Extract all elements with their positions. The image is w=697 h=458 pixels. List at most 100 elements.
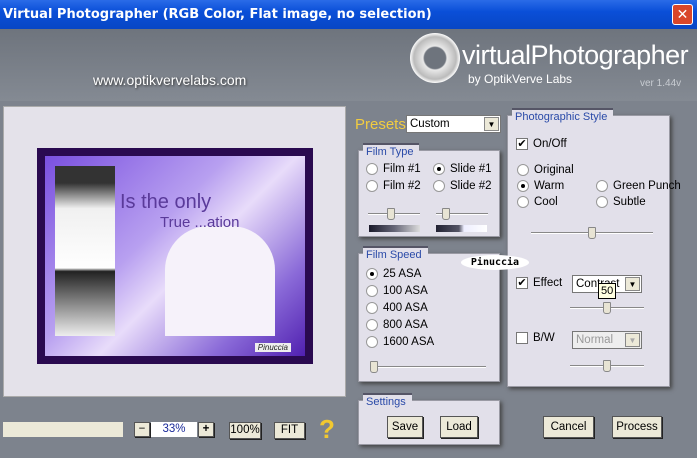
zoom-fit-button[interactable]: FIT [274,422,305,439]
effect-slider[interactable] [570,302,644,314]
radio-cool[interactable]: Cool [517,196,558,208]
radio-label: Subtle [613,196,646,208]
radio-film-1[interactable]: Film #1 [366,163,421,175]
save-button[interactable]: Save [387,416,423,438]
radio-label: Film #1 [383,163,421,175]
radio-warm[interactable]: Warm [517,180,564,192]
radio-icon[interactable] [366,268,378,280]
radio-speed-0[interactable]: 25 ASA [366,268,421,280]
watermark-badge: Pinuccia [461,255,529,270]
radio-icon[interactable] [366,319,378,331]
preview-text-1: Is the only [120,191,212,213]
radio-label: 1600 ASA [383,336,435,348]
checkbox-icon[interactable]: ✔ [516,277,528,289]
slider-thumb[interactable] [387,208,396,220]
presets-label: Presets [355,116,406,133]
film-type-title: Film Type [363,143,420,159]
preview-image[interactable]: Is the only True ...ation Pinuccia [37,148,313,364]
radio-icon[interactable] [433,180,445,192]
effect-checkbox[interactable]: ✔ Effect [516,277,562,289]
slider-thumb[interactable] [588,227,596,239]
brand-name: virtualPhotographer [462,40,689,70]
brand-byline: by OptikVerve Labs [468,72,573,86]
close-button[interactable]: ✕ [672,4,693,25]
chevron-down-icon[interactable]: ▼ [625,333,640,347]
film-gradient-2 [436,225,487,232]
preview-signature: Pinuccia [254,343,291,352]
chevron-down-icon[interactable]: ▼ [484,117,499,131]
slider-thumb[interactable] [603,302,611,314]
radio-label: Slide #1 [450,163,492,175]
checkbox-label: On/Off [533,138,567,150]
film-type-slider-2[interactable] [436,208,488,220]
checkbox-icon[interactable]: ✔ [516,138,528,150]
radio-label: Cool [534,196,558,208]
radio-label: 800 ASA [383,319,428,331]
radio-icon[interactable] [433,163,445,175]
style-slider[interactable] [531,227,653,239]
radio-icon[interactable] [366,302,378,314]
radio-speed-3[interactable]: 800 ASA [366,319,428,331]
zoom-100-button[interactable]: 100% [229,422,261,439]
on-off-checkbox[interactable]: ✔ On/Off [516,138,567,150]
process-button[interactable]: Process [612,416,662,438]
radio-speed-2[interactable]: 400 ASA [366,302,428,314]
slider-thumb[interactable] [442,208,451,220]
slider-tooltip: 50 [598,283,617,299]
title-bar: Virtual Photographer (RGB Color, Flat im… [0,0,697,29]
checkbox-icon[interactable] [516,332,528,344]
radio-subtle[interactable]: Subtle [596,196,646,208]
radio-icon[interactable] [366,163,378,175]
zoom-in-button[interactable]: + [198,422,214,437]
radio-icon[interactable] [596,180,608,192]
film-speed-title: Film Speed [363,246,428,262]
window-title: Virtual Photographer (RGB Color, Flat im… [3,7,432,22]
radio-original[interactable]: Original [517,164,574,176]
zoom-out-button[interactable]: − [134,422,150,437]
version-label: ver 1.44v [640,78,682,89]
radio-icon[interactable] [366,336,378,348]
radio-green-punch[interactable]: Green Punch [596,180,681,192]
chevron-down-icon[interactable]: ▼ [625,277,640,291]
slider-thumb[interactable] [370,361,379,373]
cancel-button[interactable]: Cancel [543,416,594,438]
presets-dropdown[interactable]: Custom ▼ [406,115,501,133]
radio-slide-2[interactable]: Slide #2 [433,180,492,192]
bw-slider[interactable] [570,360,644,372]
slider-track[interactable] [372,366,486,368]
radio-icon[interactable] [366,285,378,297]
radio-icon[interactable] [596,196,608,208]
radio-icon[interactable] [366,180,378,192]
bw-checkbox[interactable]: B/W [516,332,555,344]
checkbox-label: B/W [533,332,555,344]
radio-icon[interactable] [517,196,529,208]
radio-label: Green Punch [613,180,681,192]
photographic-style-title: Photographic Style [512,108,614,124]
status-field [3,422,123,437]
radio-label: Warm [534,180,565,192]
film-speed-slider[interactable] [370,361,486,373]
radio-label: Slide #2 [450,180,492,192]
settings-panel: Settings [358,393,500,445]
film-gradient-1 [369,225,420,232]
preview-text-2: True ...ation [160,214,240,231]
zoom-level: 33% [151,422,197,437]
radio-film-2[interactable]: Film #2 [366,180,421,192]
help-icon[interactable]: ? [319,414,335,445]
radio-label: 400 ASA [383,302,428,314]
bw-value: Normal [576,334,614,346]
load-button[interactable]: Load [440,416,478,438]
website-link[interactable]: www.optikvervelabs.com [93,72,246,88]
presets-value: Custom [410,118,450,130]
radio-icon[interactable] [517,164,529,176]
radio-label: Film #2 [383,180,421,192]
radio-icon[interactable] [517,180,529,192]
radio-slide-1[interactable]: Slide #1 [433,163,492,175]
slider-thumb[interactable] [603,360,611,372]
logo-icon [410,33,460,83]
film-type-slider-1[interactable] [368,208,420,220]
radio-speed-1[interactable]: 100 ASA [366,285,428,297]
radio-speed-4[interactable]: 1600 ASA [366,336,434,348]
bw-dropdown[interactable]: Normal ▼ [572,331,642,349]
radio-label: Original [534,164,574,176]
